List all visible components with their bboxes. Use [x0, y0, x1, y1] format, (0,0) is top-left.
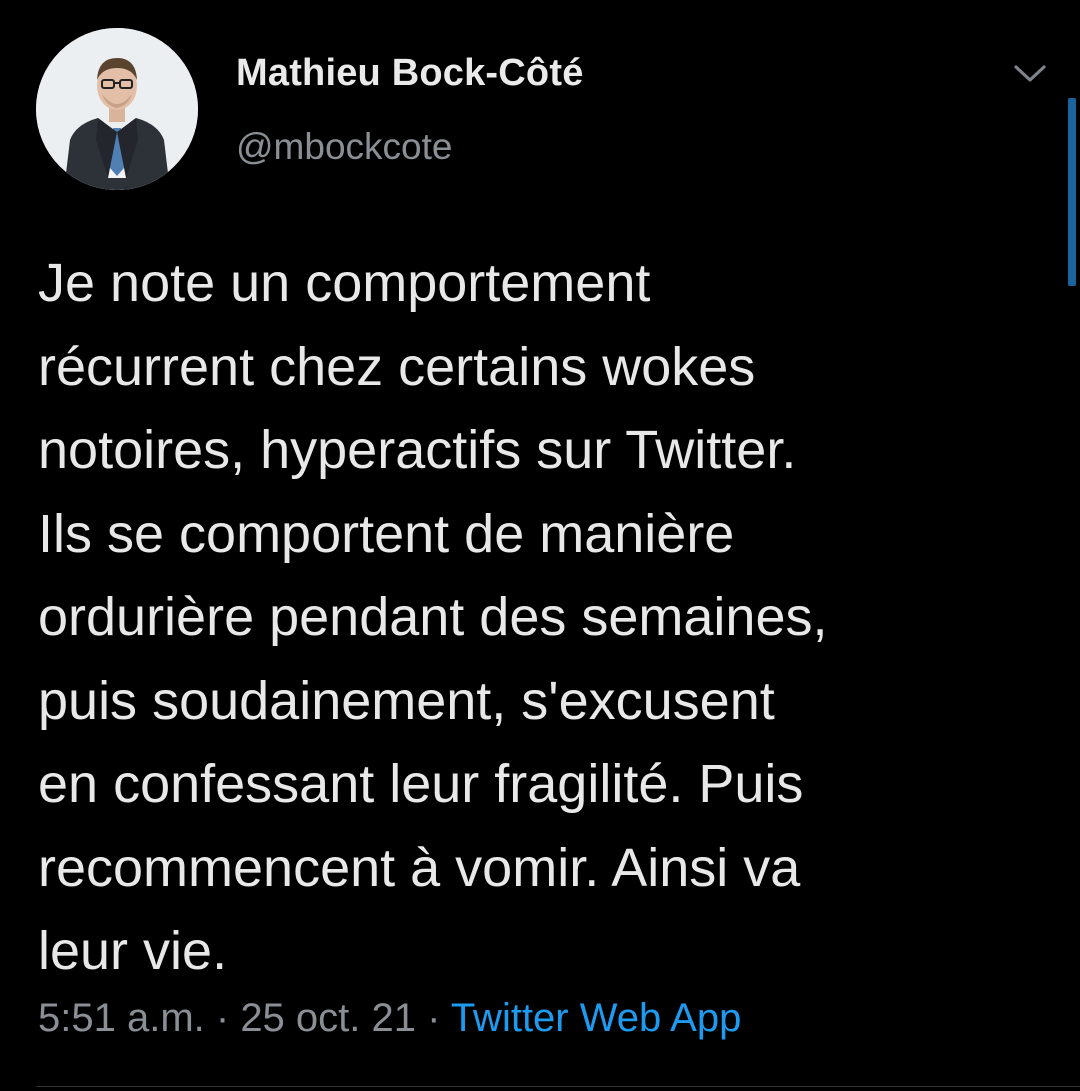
- tweet-text-line: récurrent chez certains wokes: [38, 336, 756, 397]
- tweet-metadata: 5:51 a.m. · 25 oct. 21 · Twitter Web App: [38, 996, 741, 1041]
- divider: [36, 1086, 1080, 1087]
- tweet-text-line: en confessant leur fragilité. Puis: [38, 754, 804, 814]
- avatar[interactable]: [36, 28, 198, 190]
- meta-separator: ·: [204, 996, 241, 1040]
- tweet-text-line: recommencent à vomir. Ainsi va: [38, 837, 801, 898]
- author-handle[interactable]: @mbockcote: [236, 126, 452, 168]
- avatar-photo-icon: [36, 28, 198, 190]
- tweet-text-line: leur vie.: [38, 921, 228, 981]
- tweet-text-line: Ils se comportent de manière: [38, 503, 735, 564]
- chevron-down-icon: [1014, 65, 1046, 82]
- scrollbar-thumb[interactable]: [1068, 98, 1076, 286]
- tweet-detail: Mathieu Bock-Côté @mbockcote Je note un …: [0, 0, 1080, 1091]
- meta-separator: ·: [416, 996, 451, 1040]
- tweet-date[interactable]: 25 oct. 21: [240, 996, 416, 1040]
- more-options-button[interactable]: [1006, 54, 1054, 94]
- tweet-text-line: Je note un comportement: [38, 253, 651, 313]
- tweet-source-link[interactable]: Twitter Web App: [451, 996, 742, 1040]
- tweet-text: Je note un comportement récurrent chez c…: [38, 242, 1038, 994]
- tweet-text-line: ordurière pendant des semaines,: [38, 587, 828, 647]
- tweet-text-line: notoires, hyperactifs sur Twitter.: [38, 420, 797, 480]
- author-display-name[interactable]: Mathieu Bock-Côté: [236, 52, 584, 95]
- tweet-text-line: puis soudainement, s'excusent: [38, 670, 775, 731]
- tweet-time[interactable]: 5:51 a.m.: [38, 996, 205, 1040]
